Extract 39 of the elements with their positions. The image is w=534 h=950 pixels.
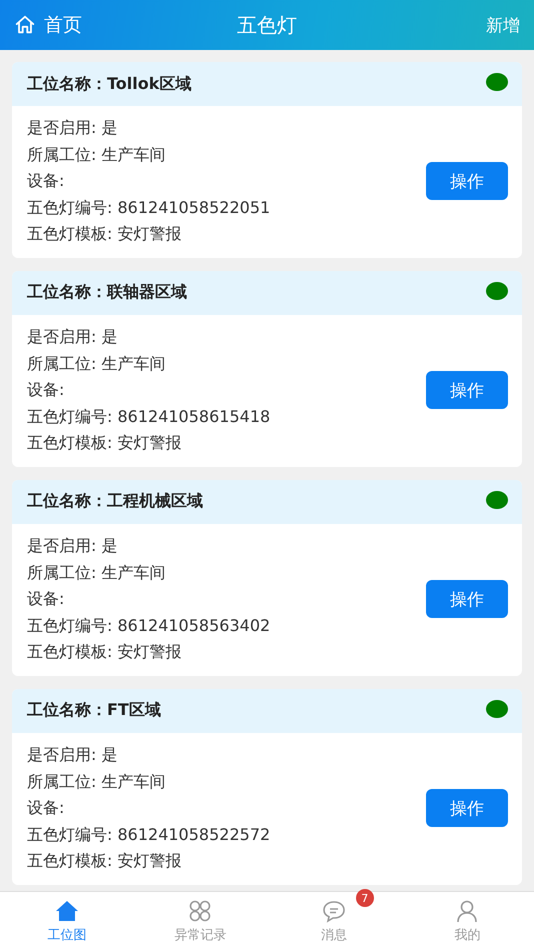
info-line: 五色灯模板: 安灯警报 (27, 223, 182, 246)
info-line: 是否启用: 是 (27, 326, 118, 348)
info-line: 所属工位: 生产车间 (27, 144, 166, 166)
chat-icon (320, 898, 347, 922)
operate-button[interactable]: 操作 (426, 371, 508, 410)
info-line: 设备: (27, 170, 66, 192)
station-name: 工位名称：Tollok区域 (27, 74, 192, 94)
tab-item[interactable]: 工位图 (0, 892, 134, 950)
station-name: 工位名称：FT区域 (27, 700, 161, 722)
info-line: 设备: (27, 379, 66, 402)
tab-item[interactable]: 异常记录 (134, 892, 267, 950)
page-title: 五色灯 (237, 12, 297, 38)
info-line: 五色灯模板: 安灯警报 (27, 432, 182, 454)
add-button[interactable]: 新增 (486, 14, 520, 36)
station-name: 工位名称：联轴器区域 (27, 282, 187, 304)
tab-item[interactable]: 消息 7 (267, 892, 400, 950)
info-line: 五色灯模板: 安灯警报 (27, 641, 182, 664)
info-line: 设备: (27, 797, 66, 820)
home-link[interactable]: 首页 (14, 12, 82, 38)
info-line: 五色灯编号: 861241058615418 (27, 406, 270, 428)
station-name: 工位名称：工程机械区域 (27, 491, 203, 512)
info-line: 是否启用: 是 (27, 534, 118, 557)
info-line: 五色灯编号: 861241058522051 (27, 196, 270, 219)
operate-button[interactable]: 操作 (426, 789, 508, 828)
info-line: 设备: (27, 588, 66, 610)
operate-button[interactable]: 操作 (426, 580, 508, 618)
info-line: 五色灯编号: 861241058522572 (27, 824, 270, 846)
info-line: 所属工位: 生产车间 (27, 562, 166, 584)
home-icon (14, 14, 36, 36)
tab-item[interactable]: 我的 (400, 892, 534, 950)
info-line: 五色灯编号: 861241058563402 (27, 614, 270, 637)
info-line: 所属工位: 生产车间 (27, 770, 166, 792)
info-line: 是否启用: 是 (27, 744, 118, 766)
home-icon (54, 898, 80, 922)
info-line: 所属工位: 生产车间 (27, 352, 166, 375)
operate-button[interactable]: 操作 (426, 162, 508, 200)
unread-count: 7 (356, 889, 374, 907)
info-line: 五色灯模板: 安灯警报 (27, 850, 182, 872)
info-line: 是否启用: 是 (27, 117, 118, 139)
